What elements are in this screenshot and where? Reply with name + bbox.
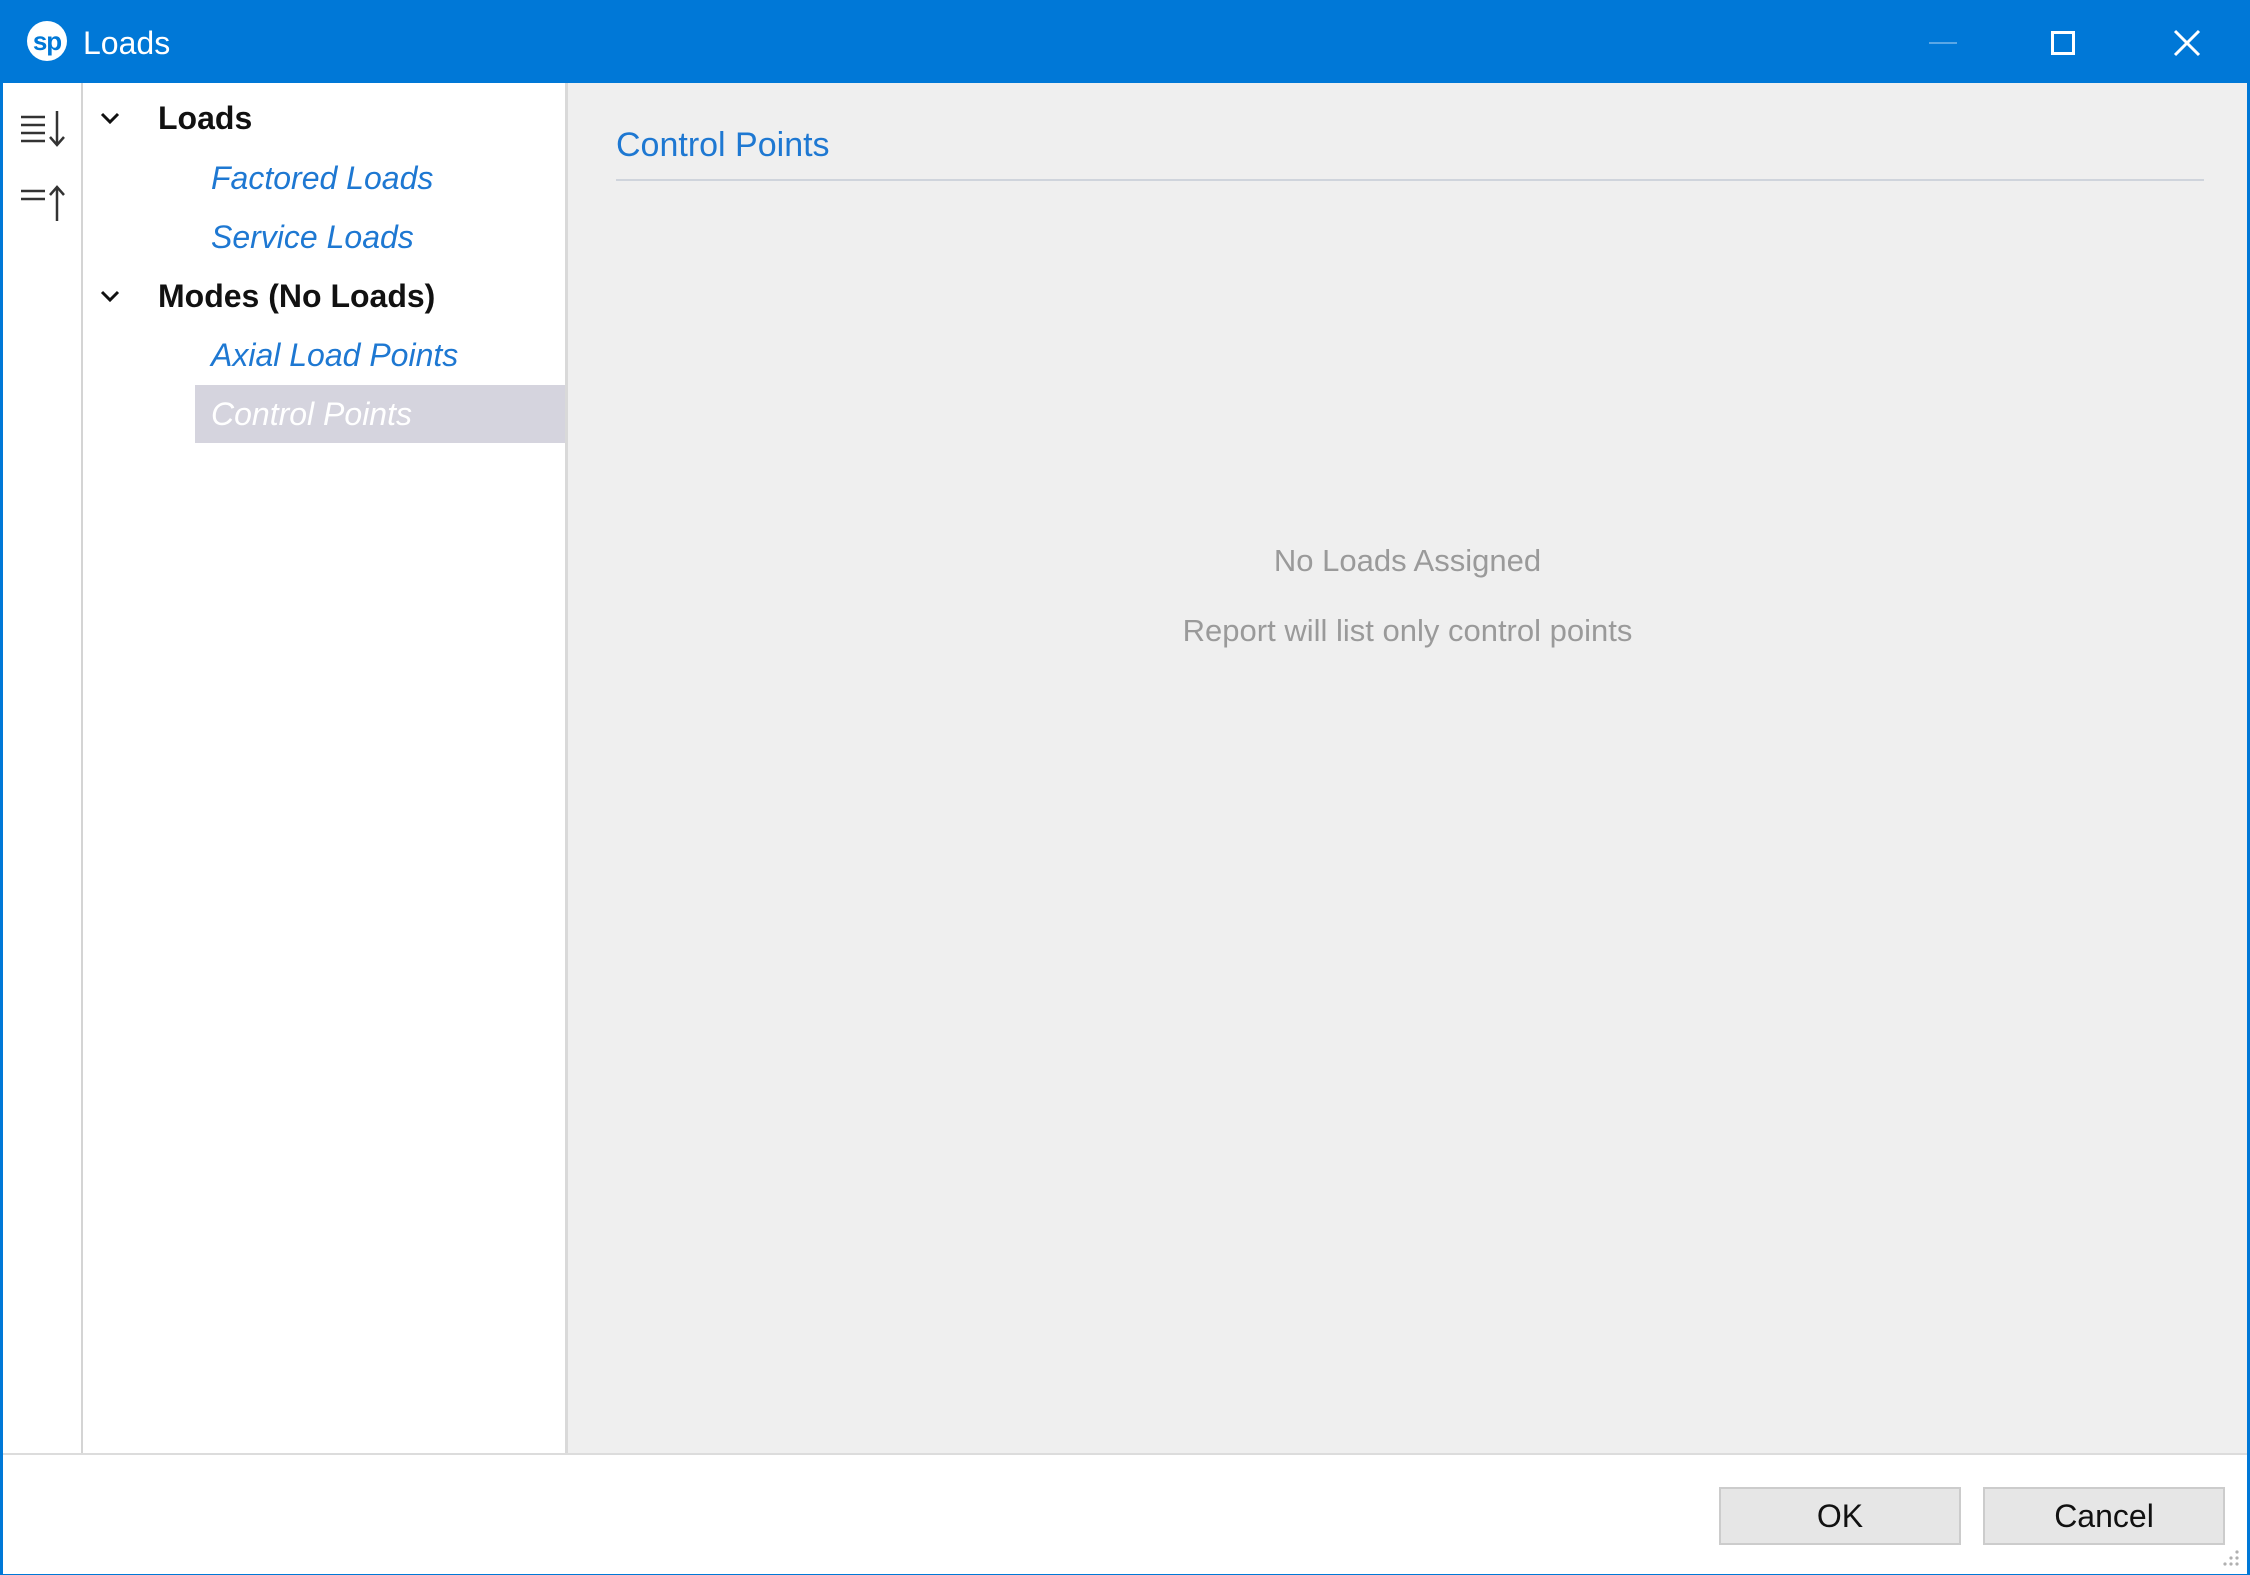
maximize-button[interactable] [2003, 3, 2123, 83]
loads-dialog: sp Loads Loads Factored Loads Service Lo… [0, 0, 2250, 1575]
minimize-button[interactable] [1883, 3, 2003, 83]
title-bar[interactable]: sp Loads [3, 3, 2247, 83]
section-divider [616, 179, 2204, 181]
tree-item-label: Control Points [211, 396, 412, 432]
section-title: Control Points [616, 126, 830, 164]
tree-group-modes[interactable]: Modes (No Loads) [83, 267, 565, 325]
tree-item-label: Factored Loads [211, 160, 434, 196]
tree-group-loads[interactable]: Loads [83, 89, 565, 147]
tree-item-label: Axial Load Points [211, 337, 459, 373]
tool-strip [3, 83, 83, 1453]
collapse-all-icon [21, 185, 65, 221]
chevron-down-icon[interactable] [99, 285, 121, 307]
empty-state-subtitle: Report will list only control points [1182, 613, 1633, 648]
minimize-icon [1929, 42, 1957, 44]
close-icon [2173, 29, 2201, 57]
empty-state-title: No Loads Assigned [1273, 543, 1542, 578]
navigation-tree: Loads Factored Loads Service Loads Modes… [83, 83, 568, 1453]
maximize-icon [2051, 31, 2075, 55]
ok-button[interactable]: OK [1719, 1487, 1961, 1545]
tree-item-control-points[interactable]: Control Points [195, 385, 565, 443]
chevron-down-icon[interactable] [99, 107, 121, 129]
expand-all-button[interactable] [15, 101, 71, 157]
dialog-footer: OK Cancel [3, 1453, 2247, 1574]
expand-all-icon [21, 111, 65, 147]
close-button[interactable] [2127, 3, 2247, 83]
cancel-button[interactable]: Cancel [1983, 1487, 2225, 1545]
tree-item-service-loads[interactable]: Service Loads [195, 208, 565, 266]
resize-grip-icon[interactable] [2217, 1544, 2241, 1568]
tree-item-factored-loads[interactable]: Factored Loads [195, 149, 565, 207]
window-title: Loads [83, 25, 171, 61]
content-panel: Control Points No Loads Assigned Report … [568, 83, 2247, 1453]
tree-group-label: Loads [158, 100, 253, 136]
tree-group-label: Modes (No Loads) [158, 278, 436, 314]
tree-item-axial-load-points[interactable]: Axial Load Points [195, 326, 565, 384]
tree-item-label: Service Loads [211, 219, 414, 255]
collapse-all-button[interactable] [15, 177, 71, 233]
app-logo: sp [27, 21, 67, 61]
